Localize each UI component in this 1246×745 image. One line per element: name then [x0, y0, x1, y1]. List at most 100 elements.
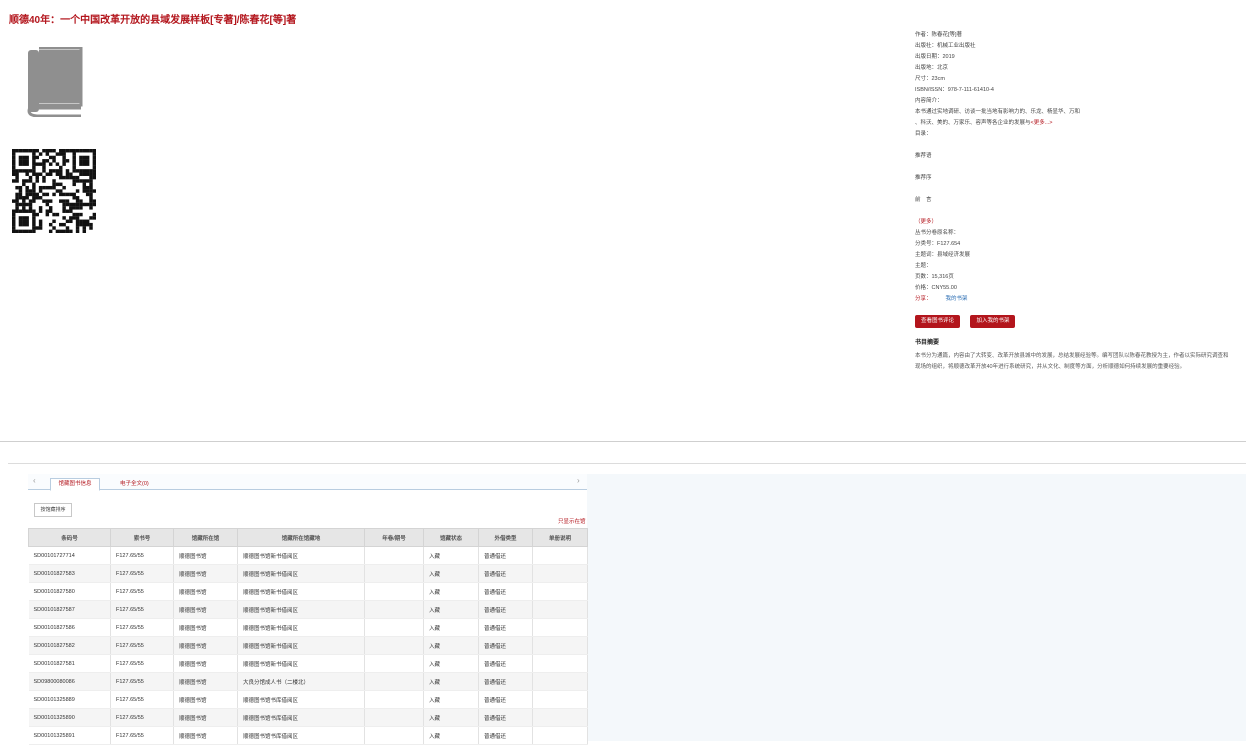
table-cell	[532, 726, 588, 745]
table-cell: F127.65/55	[110, 546, 174, 565]
more-intro-link[interactable]: <更多...>	[1031, 120, 1053, 126]
table-cell: 顺德图书馆	[173, 708, 238, 727]
table-cell: 顺德图书馆	[173, 672, 238, 691]
table-cell	[532, 672, 588, 691]
isbn: ISBN/ISSN：978-7-111-61410-4	[915, 87, 994, 93]
table-cell: 顺德图书馆新书借阅区	[237, 618, 365, 637]
intro-text-1: 本书通过实地调研、访谈一批当地有影响力的、乐龙、杨显华、万和	[915, 109, 1081, 115]
pages: 页数：15,316页	[915, 274, 954, 280]
table-cell	[532, 600, 588, 619]
table-cell: SD00101325890	[28, 708, 111, 727]
divider	[8, 463, 1246, 464]
table-row: SD00101827586 F127.65/55 顺德图书馆 顺德图书馆新书借阅区 入藏…	[28, 618, 588, 637]
table-cell: F127.65/55	[110, 708, 174, 727]
table-cell: 入藏	[423, 672, 479, 691]
publisher: 出版社：机械工业出版社	[915, 43, 976, 49]
qr-code-icon	[12, 149, 97, 234]
chevron-right-icon[interactable]: ›	[577, 476, 580, 485]
table-cell	[532, 708, 588, 727]
share-link[interactable]: 我的书架	[946, 296, 968, 302]
table-cell	[364, 582, 424, 601]
price: 价格：CNY55.00	[915, 285, 957, 291]
table-cell: 普通借还	[478, 600, 533, 619]
table-cell	[364, 726, 424, 745]
table-cell: 普通借还	[478, 564, 533, 583]
table-cell: 普通借还	[478, 708, 533, 727]
table-cell: 顺德图书馆	[173, 582, 238, 601]
page-title: 顺德40年：一个中国改革开放的县域发展样板[专著]/陈春花[等]著	[9, 15, 297, 26]
table-cell: 顺德图书馆	[173, 546, 238, 565]
table-cell: F127.65/55	[110, 690, 174, 709]
table-cell: F127.65/55	[110, 726, 174, 745]
table-cell: SD00101827580	[28, 582, 111, 601]
table-cell: 顺德图书馆	[173, 726, 238, 745]
intro-text-2: 、科沃、美的、万家乐、容声等各企业的发展与	[915, 120, 1031, 126]
pub-place: 出版地：北京	[915, 65, 949, 71]
tab-bar	[28, 474, 587, 490]
table-cell: 大良分馆成人书（二楼北）	[237, 672, 365, 691]
table-cell: SD00101727714	[28, 546, 111, 565]
table-cell: 入藏	[423, 564, 479, 583]
table-row: SD00101325889 F127.65/55 顺德图书馆 顺德图书馆书库借阅区 入藏…	[28, 690, 588, 709]
table-cell: 顺德图书馆书库借阅区	[237, 708, 365, 727]
table-cell	[532, 582, 588, 601]
table-cell: 入藏	[423, 654, 479, 673]
table-cell	[532, 618, 588, 637]
table-cell: 顺德图书馆	[173, 654, 238, 673]
table-row: SD00101325890 F127.65/55 顺德图书馆 顺德图书馆书库借阅区 入藏…	[28, 708, 588, 727]
table-cell	[532, 546, 588, 565]
view-review-button[interactable]: 查看图书评论	[915, 315, 961, 328]
table-row: SD00101727714 F127.65/55 顺德图书馆 顺德图书馆新书借阅区 入藏…	[28, 546, 588, 565]
table-cell	[364, 600, 424, 619]
table-cell: 普通借还	[478, 618, 533, 637]
tab-fulltext[interactable]: 电子全文(0)	[120, 479, 149, 489]
in-library-filter-link[interactable]: 只显示在馆	[558, 517, 586, 525]
table-cell: 顺德图书馆新书借阅区	[237, 600, 365, 619]
table-cell	[532, 654, 588, 673]
column-header: 索书号	[110, 528, 174, 547]
table-row: SD00101827587 F127.65/55 顺德图书馆 顺德图书馆新书借阅区 入藏…	[28, 600, 588, 619]
table-cell: 入藏	[423, 546, 479, 565]
table-cell	[532, 564, 588, 583]
table-row: SD00101827580 F127.65/55 顺德图书馆 顺德图书馆新书借阅区 入藏…	[28, 582, 588, 601]
column-header: 年卷/期号	[364, 528, 424, 547]
table-cell: F127.65/55	[110, 618, 174, 637]
tab-holdings[interactable]: 馆藏图书信息	[50, 478, 100, 491]
size: 尺寸：23cm	[915, 76, 945, 82]
table-cell: 普通借还	[478, 654, 533, 673]
toc-label: 目录：	[915, 131, 932, 137]
table-cell: 入藏	[423, 726, 479, 745]
table-row: SD09800080086 F127.65/55 顺德图书馆 大良分馆成人书（二楼北）…	[28, 672, 588, 691]
series: 丛书分卷原名称：	[915, 230, 960, 236]
table-cell: 顺德图书馆新书借阅区	[237, 582, 365, 601]
column-header: 馆藏所在馆藏地	[237, 528, 365, 547]
author: 作者：陈春花[等]著	[915, 32, 963, 38]
table-cell: SD09800080086	[28, 672, 111, 691]
side-panel	[587, 474, 1246, 741]
table-cell: 入藏	[423, 708, 479, 727]
table-cell: 入藏	[423, 690, 479, 709]
table-header-row: 条码号 索书号 馆藏所在馆 馆藏所在馆藏地 年卷/期号 馆藏状态 外借类型 单册说明	[28, 528, 588, 547]
more-toc-link[interactable]: （更多）	[915, 217, 1245, 228]
table-cell: 顺德图书馆新书借阅区	[237, 654, 365, 673]
column-header: 馆藏所在馆	[173, 528, 238, 547]
table-cell	[364, 654, 424, 673]
toc-item: 前 言	[915, 197, 932, 203]
column-header: 单册说明	[532, 528, 588, 547]
table-cell: 普通借还	[478, 546, 533, 565]
add-to-shelf-button[interactable]: 加入我的书架	[970, 315, 1016, 328]
table-row: SD00101827581 F127.65/55 顺德图书馆 顺德图书馆新书借阅区 入藏…	[28, 654, 588, 673]
toc-item: 推荐序	[915, 175, 932, 181]
divider	[0, 441, 1246, 442]
table-cell	[364, 546, 424, 565]
table-cell: 普通借还	[478, 672, 533, 691]
table-cell: SD00101325889	[28, 690, 111, 709]
action-buttons: 查看图书评论 加入我的书架	[915, 309, 1021, 328]
table-cell: F127.65/55	[110, 600, 174, 619]
table-cell: 入藏	[423, 636, 479, 655]
table-cell	[364, 672, 424, 691]
table-cell: SD00101827582	[28, 636, 111, 655]
chevron-left-icon[interactable]: ‹	[33, 476, 36, 485]
sort-button[interactable]: 按馆藏排序	[34, 503, 72, 517]
table-cell: 顺德图书馆新书借阅区	[237, 546, 365, 565]
